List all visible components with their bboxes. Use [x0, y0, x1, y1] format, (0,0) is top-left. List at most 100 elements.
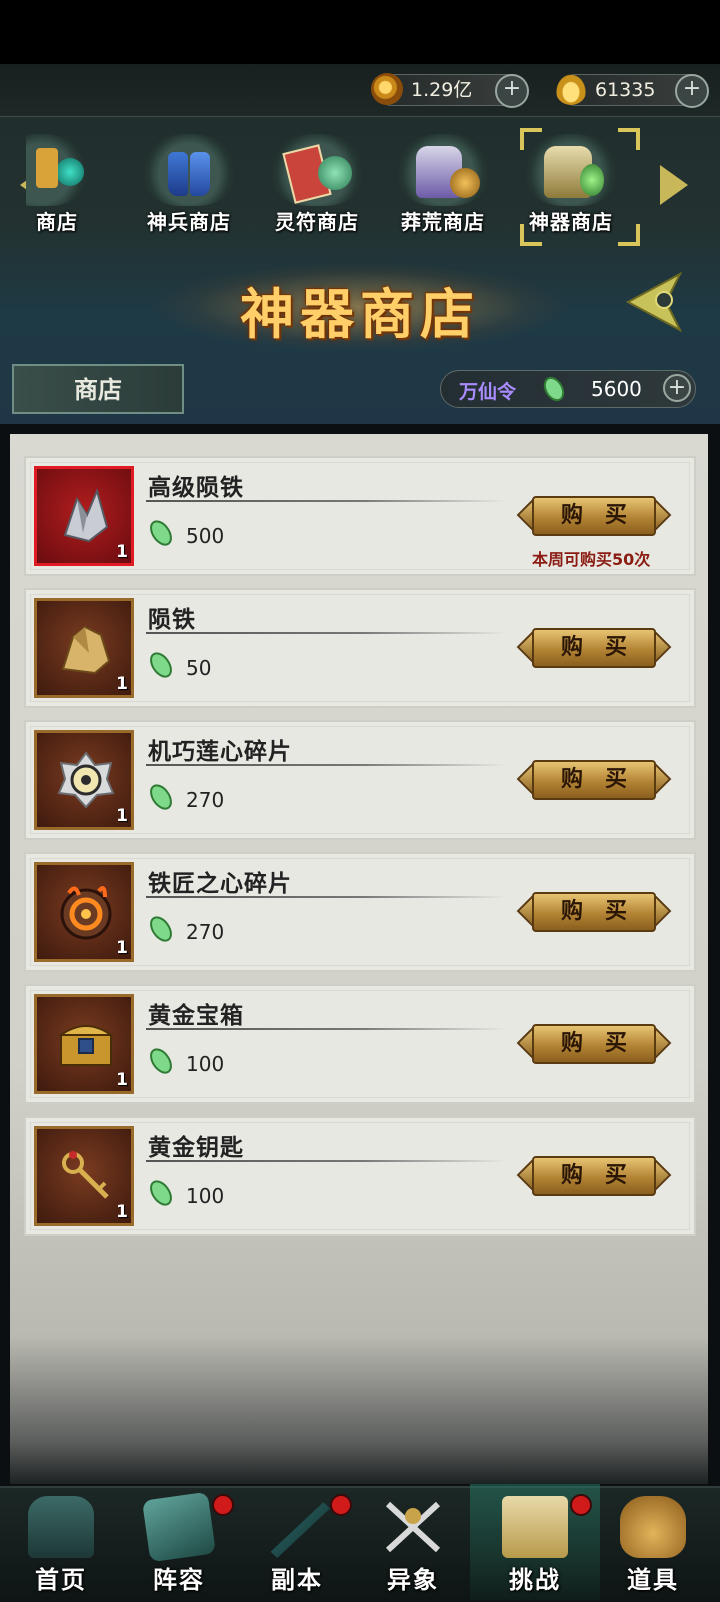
nav-home[interactable]: 首页: [6, 1490, 116, 1598]
list-item: 1 机巧莲心碎片 270 购买: [24, 720, 696, 840]
buy-label: 购买: [560, 899, 649, 924]
item-name: 铁匠之心碎片: [148, 871, 292, 897]
jade-token-icon: [150, 916, 172, 942]
buy-button[interactable]: 购买: [516, 496, 672, 536]
add-token-button[interactable]: +: [663, 374, 691, 402]
nav-challenge-label: 挑战: [509, 1566, 561, 1594]
ingots-value: 61335: [595, 79, 656, 101]
tab-wilderness-label: 莽荒商店: [401, 210, 485, 234]
jade-token-icon: [150, 1048, 172, 1074]
item-thumbnail[interactable]: 1: [34, 862, 134, 962]
tab-divine-weapon-shop[interactable]: 神兵商店: [130, 130, 248, 240]
advanced-meteor-iron-icon: [63, 487, 109, 543]
item-thumbnail[interactable]: 1: [34, 1126, 134, 1226]
item-quantity: 1: [116, 938, 128, 958]
buy-label: 购买: [560, 1031, 649, 1056]
item-thumbnail[interactable]: 1: [34, 730, 134, 830]
item-price: 500: [186, 524, 225, 548]
item-price: 100: [186, 1052, 225, 1076]
nav-items-label: 道具: [627, 1566, 679, 1594]
add-coins-button[interactable]: +: [495, 74, 529, 108]
tab-talisman-shop[interactable]: 灵符商店: [258, 130, 376, 240]
divider: [146, 1160, 506, 1162]
gold-ingot-icon: [555, 73, 587, 105]
token-value: 5600: [591, 377, 642, 401]
buy-button[interactable]: 购买: [516, 760, 672, 800]
item-quantity: 1: [116, 806, 128, 826]
buy-label: 购买: [560, 1163, 649, 1188]
gold-chest-icon: [57, 1025, 115, 1066]
token-balance: 万仙令 5600 +: [440, 370, 696, 408]
divider: [146, 1028, 506, 1030]
coins-display: 1.29亿 +: [371, 73, 529, 108]
notification-badge: [212, 1494, 234, 1516]
nav-challenge[interactable]: 挑战: [480, 1490, 592, 1598]
notification-badge: [570, 1494, 592, 1516]
list-item: 1 陨铁 50 购买: [24, 588, 696, 708]
token-label: 万仙令: [459, 381, 517, 403]
jade-token-icon: [150, 1180, 172, 1206]
list-item: 1 高级陨铁 500 购买 本周可购买50次: [24, 456, 696, 576]
item-name: 高级陨铁: [148, 475, 244, 501]
item-name: 陨铁: [148, 607, 196, 633]
coin-icon: [371, 73, 403, 105]
nav-lineup[interactable]: 阵容: [124, 1490, 234, 1598]
item-name: 机巧莲心碎片: [148, 739, 292, 765]
nav-items[interactable]: 道具: [598, 1490, 708, 1598]
nav-lineup-label: 阵容: [153, 1566, 205, 1594]
buy-button[interactable]: 购买: [516, 628, 672, 668]
item-name: 黄金钥匙: [148, 1135, 244, 1161]
meteor-iron-icon: [61, 625, 111, 675]
top-black-band: [0, 0, 720, 64]
nav-dungeon[interactable]: 副本: [242, 1490, 352, 1598]
divider: [146, 896, 506, 898]
sub-tab-shop[interactable]: 商店: [12, 364, 184, 414]
notification-badge: [330, 1494, 352, 1516]
tab-talisman-label: 灵符商店: [275, 210, 359, 234]
tab-divine-weapon-label: 神兵商店: [147, 210, 231, 234]
item-thumbnail[interactable]: 1: [34, 994, 134, 1094]
dungeon-sword-icon: [270, 1502, 330, 1558]
challenge-scroll-icon: [502, 1496, 568, 1558]
item-thumbnail[interactable]: 1: [34, 598, 134, 698]
buy-button[interactable]: 购买: [516, 1156, 672, 1196]
boots-icon: [144, 134, 234, 206]
tab-wilderness-shop[interactable]: 莽荒商店: [384, 130, 502, 240]
buy-button[interactable]: 购买: [516, 892, 672, 932]
tab-shop[interactable]: 商店: [26, 130, 116, 240]
item-thumbnail[interactable]: 1: [34, 466, 134, 566]
item-quantity: 1: [116, 1070, 128, 1090]
home-pavilion-icon: [28, 1496, 94, 1558]
shop-icon: [26, 134, 86, 206]
item-price: 270: [186, 788, 225, 812]
list-item: 1 黄金钥匙 100 购买: [24, 1116, 696, 1236]
item-price: 100: [186, 1184, 225, 1208]
buy-label: 购买: [560, 767, 649, 792]
nav-home-label: 首页: [35, 1566, 87, 1594]
item-name: 黄金宝箱: [148, 1003, 244, 1029]
divider: [146, 500, 506, 502]
list-item: 1 黄金宝箱 100 购买: [24, 984, 696, 1104]
item-quantity: 1: [116, 1202, 128, 1222]
divider: [146, 632, 506, 634]
coins-value: 1.29亿: [411, 79, 473, 101]
tabs-next-arrow-icon[interactable]: [660, 165, 688, 205]
ingots-display: 61335 +: [555, 73, 709, 108]
item-bag-icon: [620, 1496, 686, 1558]
artifact-emblem-icon: [625, 271, 683, 333]
lotus-core-fragment-icon: [57, 751, 115, 809]
divider: [146, 764, 506, 766]
jade-token-icon: [150, 520, 172, 546]
gold-key-icon: [62, 1151, 109, 1199]
nav-phenomena[interactable]: 异象: [358, 1490, 468, 1598]
nav-dungeon-label: 副本: [271, 1566, 323, 1594]
add-ingots-button[interactable]: +: [675, 74, 709, 108]
buy-label: 购买: [560, 503, 649, 528]
selected-tab-frame: [520, 128, 640, 246]
buy-button[interactable]: 购买: [516, 1024, 672, 1064]
blacksmith-heart-fragment-icon: [60, 886, 112, 940]
list-item: 1 铁匠之心碎片 270 购买: [24, 852, 696, 972]
jade-token-icon: [150, 652, 172, 678]
item-quantity: 1: [116, 542, 128, 562]
tab-shop-label: 商店: [36, 210, 78, 234]
